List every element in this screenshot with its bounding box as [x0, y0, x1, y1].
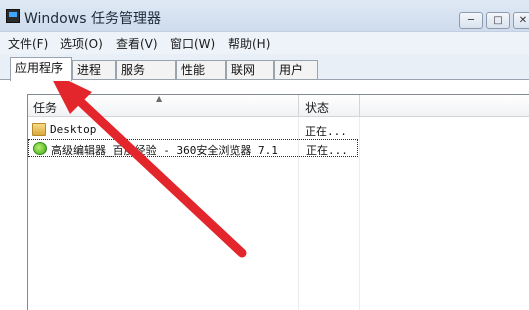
- tab-applications[interactable]: 应用程序: [10, 57, 72, 81]
- menu-bar: 文件(F) 选项(O) 查看(V) 窗口(W) 帮助(H): [0, 32, 529, 54]
- task-name: Desktop: [50, 123, 97, 136]
- minimize-button[interactable]: ─: [459, 12, 483, 29]
- menu-file[interactable]: 文件(F): [8, 35, 48, 52]
- menu-help[interactable]: 帮助(H): [228, 35, 270, 52]
- browser-icon: [33, 142, 47, 155]
- menu-view[interactable]: 查看(V): [116, 35, 158, 52]
- menu-options[interactable]: 选项(O): [60, 35, 103, 52]
- sort-up-icon: ▲: [156, 94, 163, 103]
- menu-window[interactable]: 窗口(W): [170, 35, 215, 52]
- tab-performance[interactable]: 性能: [176, 60, 226, 80]
- list-header: 任务 ▲ 状态: [28, 94, 529, 117]
- folder-icon: [32, 123, 46, 136]
- column-task[interactable]: 任务: [33, 99, 57, 116]
- tab-services[interactable]: 服务: [116, 60, 176, 80]
- task-name: 高级编辑器_百度经验 - 360安全浏览器 7.1: [51, 144, 278, 157]
- task-manager-icon: [6, 9, 20, 23]
- tab-strip: 应用程序 进程 服务 性能 联网 用户: [0, 54, 529, 81]
- list-item[interactable]: Desktop 正在...: [28, 121, 358, 139]
- tab-processes[interactable]: 进程: [72, 60, 116, 80]
- maximize-button[interactable]: □: [486, 12, 510, 29]
- close-button[interactable]: ✕: [513, 12, 529, 29]
- task-status: 正在...: [305, 125, 347, 138]
- window-title: Windows 任务管理器: [24, 11, 161, 27]
- task-status: 正在...: [306, 144, 348, 157]
- tab-networking[interactable]: 联网: [226, 60, 274, 80]
- applications-panel: 任务 ▲ 状态 Desktop 正在... 高级编辑器_百度经验 - 360安全…: [0, 79, 529, 310]
- list-item[interactable]: 高级编辑器_百度经验 - 360安全浏览器 7.1 正在...: [28, 139, 358, 157]
- title-bar: Windows 任务管理器 ─ □ ✕: [0, 0, 529, 32]
- task-list[interactable]: 任务 ▲ 状态 Desktop 正在... 高级编辑器_百度经验 - 360安全…: [27, 94, 529, 310]
- column-status[interactable]: 状态: [305, 99, 329, 116]
- tab-users[interactable]: 用户: [274, 60, 318, 80]
